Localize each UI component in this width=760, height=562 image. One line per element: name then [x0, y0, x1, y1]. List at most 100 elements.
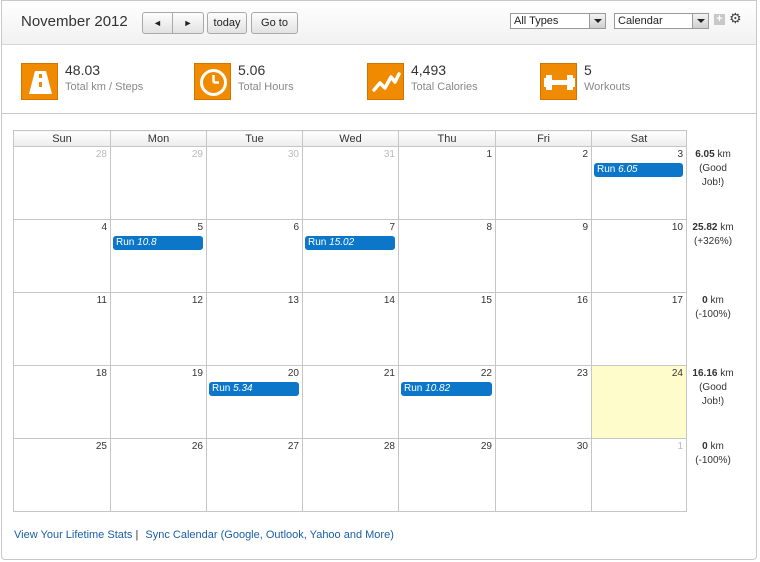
day-cell[interactable]: 24	[591, 365, 687, 439]
week-row: 11 12 13 14 15 16 17	[13, 292, 687, 366]
day-cell[interactable]: 1	[398, 146, 496, 220]
day-cell[interactable]: 30	[206, 146, 303, 220]
day-number: 12	[191, 295, 203, 306]
day-cell[interactable]: 28	[302, 438, 399, 512]
event-type: Run	[597, 164, 616, 175]
workout-event[interactable]: Run 10.8	[113, 236, 203, 250]
calendar-panel: November 2012 ◄ ► today Go to All Types …	[1, 0, 757, 560]
day-cell[interactable]: 15	[398, 292, 496, 366]
lifetime-stats-link[interactable]: View Your Lifetime Stats	[14, 529, 132, 541]
workout-event[interactable]: Run 10.82	[401, 382, 492, 396]
week-summary: 0 km (-100%)	[688, 440, 738, 468]
gear-icon[interactable]: ⚙	[729, 10, 742, 27]
day-number: 26	[191, 441, 203, 452]
day-cell[interactable]: 31	[302, 146, 399, 220]
header-bar: November 2012 ◄ ► today Go to All Types …	[2, 1, 756, 45]
week-distance-unit: km	[717, 149, 731, 160]
view-select-value: Calendar	[618, 15, 663, 27]
today-button[interactable]: today	[207, 12, 247, 34]
event-type: Run	[404, 383, 423, 394]
type-filter-select[interactable]: All Types	[510, 13, 606, 29]
day-number: 1	[677, 441, 683, 452]
day-number: 15	[480, 295, 492, 306]
day-cell[interactable]: 10	[591, 219, 687, 293]
day-cell[interactable]: 25	[13, 438, 111, 512]
day-number: 18	[95, 368, 107, 379]
day-number: 13	[287, 295, 299, 306]
week-distance-unit: km	[710, 441, 724, 452]
day-cell[interactable]: 11	[13, 292, 111, 366]
day-cell[interactable]: 14	[302, 292, 399, 366]
workout-event[interactable]: Run 5.34	[209, 382, 299, 396]
day-number: 28	[95, 149, 107, 160]
day-number: 6	[293, 222, 299, 233]
stat-value: 5.06	[238, 62, 266, 78]
day-cell[interactable]: 23	[495, 365, 592, 439]
week-row: 28 29 30 31 1 2 3 Run 6.05	[13, 146, 687, 220]
arrow-left-icon: ◄	[153, 18, 162, 28]
day-cell[interactable]: 22 Run 10.82	[398, 365, 496, 439]
day-cell[interactable]: 27	[206, 438, 303, 512]
day-cell[interactable]: 9	[495, 219, 592, 293]
week-change-note: (-100%)	[695, 455, 731, 466]
week-distance-unit: km	[720, 222, 734, 233]
workout-event[interactable]: Run 15.02	[305, 236, 395, 250]
weekday-header: Fri	[495, 130, 592, 147]
day-cell[interactable]: 6	[206, 219, 303, 293]
next-month-button[interactable]: ►	[173, 12, 204, 34]
day-number: 7	[389, 222, 395, 233]
day-cell[interactable]: 7 Run 15.02	[302, 219, 399, 293]
day-cell[interactable]: 29	[110, 146, 207, 220]
day-cell[interactable]: 16	[495, 292, 592, 366]
link-separator: |	[135, 529, 139, 541]
day-number: 30	[287, 149, 299, 160]
weekday-header: Sun	[13, 130, 111, 147]
day-number: 2	[582, 149, 588, 160]
day-cell[interactable]: 21	[302, 365, 399, 439]
week-summary: 16.16 km (Good Job!)	[688, 367, 738, 409]
day-cell[interactable]: 20 Run 5.34	[206, 365, 303, 439]
month-title: November 2012	[21, 13, 128, 30]
day-number: 4	[101, 222, 107, 233]
day-cell[interactable]: 3 Run 6.05	[591, 146, 687, 220]
goto-button[interactable]: Go to	[251, 12, 298, 34]
day-cell[interactable]: 13	[206, 292, 303, 366]
event-value: 6.05	[618, 164, 638, 175]
day-cell[interactable]: 30	[495, 438, 592, 512]
day-cell[interactable]: 8	[398, 219, 496, 293]
day-cell[interactable]: 29	[398, 438, 496, 512]
prev-month-button[interactable]: ◄	[142, 12, 173, 34]
month-calendar: Sun Mon Tue Wed Thu Fri Sat 28 29 30 31 1 2 3 Run 6.0…	[13, 130, 687, 512]
day-number: 19	[191, 368, 203, 379]
day-number: 28	[383, 441, 395, 452]
week-summary: 6.05 km (Good Job!)	[688, 148, 738, 190]
day-cell[interactable]: 4	[13, 219, 111, 293]
view-select[interactable]: Calendar	[614, 13, 709, 29]
event-value: 5.34	[233, 383, 253, 394]
day-cell[interactable]: 12	[110, 292, 207, 366]
event-value: 10.8	[137, 237, 157, 248]
day-cell[interactable]: 2	[495, 146, 592, 220]
weekday-header: Mon	[110, 130, 207, 147]
week-change-note: (Good Job!)	[699, 163, 727, 188]
road-icon	[21, 63, 58, 100]
add-icon[interactable]: +	[714, 14, 725, 25]
day-cell[interactable]: 28	[13, 146, 111, 220]
day-cell[interactable]: 5 Run 10.8	[110, 219, 207, 293]
day-cell[interactable]: 19	[110, 365, 207, 439]
day-number: 5	[197, 222, 203, 233]
calendar-grid: Sun Mon Tue Wed Thu Fri Sat 28 29 30 31 1 2 3 Run 6.0…	[13, 130, 687, 512]
week-distance-value: 6.05	[695, 149, 715, 160]
day-cell[interactable]: 17	[591, 292, 687, 366]
day-cell[interactable]: 1	[591, 438, 687, 512]
chevron-down-icon	[692, 14, 708, 28]
stats-bar: 48.03 Total km / Steps 5.06 Total Hours …	[2, 46, 756, 114]
type-filter-value: All Types	[514, 15, 559, 27]
day-cell[interactable]: 26	[110, 438, 207, 512]
stat-value: 4,493	[411, 62, 447, 78]
day-number: 21	[383, 368, 395, 379]
day-number: 14	[383, 295, 395, 306]
workout-event[interactable]: Run 6.05	[594, 163, 683, 177]
sync-calendar-link[interactable]: Sync Calendar (Google, Outlook, Yahoo an…	[145, 529, 393, 541]
day-cell[interactable]: 18	[13, 365, 111, 439]
